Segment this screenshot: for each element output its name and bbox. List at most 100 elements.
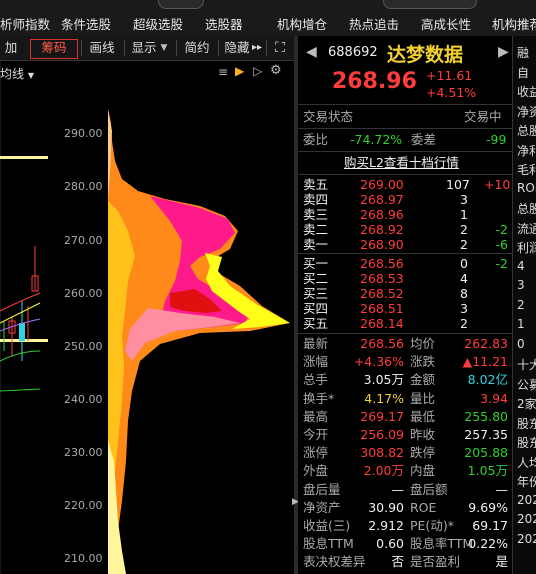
ask-change: -2	[495, 222, 508, 237]
stat-value: —	[391, 481, 405, 497]
ask-price: 269.00	[360, 177, 404, 192]
bid-change	[484, 286, 508, 302]
menu-super-select[interactable]: 超级选股	[133, 14, 183, 33]
menu-hot-chase[interactable]: 热点追击	[349, 14, 399, 33]
ask-change	[484, 207, 508, 223]
bid-price: 268.51	[360, 301, 404, 316]
add-button[interactable]: 加	[0, 39, 22, 57]
ask-change: -6	[495, 237, 508, 252]
menu-analyst-index[interactable]: 析师指数	[0, 14, 50, 33]
top-search-box[interactable]	[383, 0, 477, 9]
weibi-label: 委比	[303, 132, 329, 147]
stat-label: 涨跌	[410, 354, 436, 370]
menu-condition-select[interactable]: 条件选股	[61, 14, 111, 33]
fullscreen-icon[interactable]: ⛶	[270, 39, 290, 57]
next-stock-icon[interactable]: ▶	[498, 44, 509, 60]
toolbar-divider	[176, 40, 177, 56]
stat-label: 盘后量	[303, 481, 341, 497]
chip-distribution-chart[interactable]: 290.00 280.00 270.00 260.00 250.00 240.0…	[0, 61, 294, 574]
list-icon[interactable]: ≡	[218, 65, 228, 79]
bid-price: 268.52	[360, 286, 404, 301]
top-search-tab[interactable]	[158, 0, 204, 9]
side-info-item: 自	[517, 65, 530, 80]
side-info-item: 人均	[517, 455, 536, 470]
bid-label: 买五	[303, 316, 329, 331]
stat-label: 内盘	[410, 463, 436, 479]
play-outline-icon[interactable]: ▷	[253, 64, 262, 78]
stat-label: 最低	[410, 408, 436, 424]
double-arrow-icon[interactable]: ▸▸	[250, 39, 264, 57]
stat-label: 涨幅	[303, 354, 329, 370]
stat-value: —	[495, 481, 509, 497]
stat-label: 是否盈利	[410, 554, 461, 570]
chip-button[interactable]: 筹码	[30, 39, 78, 59]
bid-volume: 3	[460, 301, 468, 316]
indicator-selector[interactable]: 均线 ▼	[0, 65, 34, 82]
stat-value: 205.88	[464, 445, 508, 461]
menu-high-growth[interactable]: 高成长性	[421, 14, 471, 33]
y-tick-label: 290.00	[64, 127, 103, 140]
stat-value: 69.17	[472, 518, 508, 533]
weicha-value: -99	[486, 132, 507, 147]
divider	[298, 151, 512, 152]
ask-price: 268.96	[360, 207, 404, 222]
side-info-item: 总股	[517, 124, 536, 138]
stat-value: 3.94	[480, 390, 508, 406]
bid-price: 268.14	[360, 316, 404, 331]
quote-panel: ◀ 688692 达梦数据 ▶ 268.96 +11.61 +4.51% 交易状…	[298, 36, 512, 574]
y-tick-label: 280.00	[64, 180, 103, 193]
side-info-item: 4	[517, 258, 525, 273]
stat-value: 255.80	[464, 408, 508, 424]
side-info-item: 202	[517, 492, 536, 507]
side-info-strip: 融自收益净资总股净利毛利ROE总股流通利润43210十大公募2家股东股东人均年份…	[512, 36, 536, 574]
bid-change	[484, 271, 508, 287]
side-info-item: 股东	[517, 436, 536, 450]
simple-button[interactable]: 简约	[182, 39, 212, 57]
stat-label: 今开	[303, 427, 329, 442]
y-tick-label: 230.00	[64, 446, 103, 459]
ask-volume: 3	[460, 192, 468, 207]
y-tick-label: 210.00	[64, 552, 103, 565]
current-price: 268.96	[332, 69, 417, 94]
stat-value: 2.912	[368, 518, 404, 533]
stat-label: 金额	[410, 372, 436, 388]
stat-label: 量比	[410, 390, 436, 406]
ask-label: 卖四	[303, 192, 329, 207]
side-info-item: 毛利	[517, 163, 536, 177]
play-icon[interactable]: ▶	[235, 64, 244, 78]
stat-label: PE(动)*	[410, 518, 454, 533]
l2-purchase-link[interactable]: 购买L2查看十档行情	[344, 155, 459, 171]
bid-label: 买三	[303, 286, 329, 301]
stat-value: 0.22%	[468, 536, 508, 552]
bid-label: 买四	[303, 301, 329, 316]
stat-label: ROE	[410, 499, 437, 515]
display-button[interactable]: 显示	[130, 39, 158, 57]
side-info-item: ROE	[517, 180, 536, 195]
stat-value: 1.05万	[467, 463, 508, 479]
gear-icon[interactable]: ⚙	[270, 63, 282, 78]
stat-value: 269.17	[360, 408, 404, 424]
menu-institution-add[interactable]: 机构增仓	[277, 14, 327, 33]
side-info-item: 十大	[517, 358, 536, 372]
stat-label: 均价	[410, 336, 436, 351]
ask-volume: 2	[460, 237, 468, 252]
stock-code: 688692	[328, 45, 378, 60]
stat-value: 4.17%	[364, 390, 404, 406]
divider	[298, 174, 512, 175]
side-info-item: 净利	[517, 143, 536, 158]
side-info-item: 1	[517, 317, 525, 331]
draw-line-button[interactable]: 画线	[86, 39, 118, 57]
side-info-item: 总股	[517, 202, 536, 216]
side-info-item: 股东	[517, 416, 536, 431]
bid-price: 268.53	[360, 271, 404, 286]
stock-name: 达梦数据	[387, 44, 464, 66]
menu-institution-recommend[interactable]: 机构推荐	[492, 14, 536, 33]
toolbar-divider	[81, 40, 82, 56]
indicator-label: 均线	[0, 67, 25, 81]
y-tick-label: 240.00	[64, 393, 103, 406]
bid-label: 买二	[303, 271, 329, 286]
menu-stock-picker[interactable]: 选股器	[205, 14, 243, 33]
previous-stock-icon[interactable]: ◀	[306, 44, 317, 60]
chevron-down-icon[interactable]: ▼	[158, 39, 170, 57]
hide-button[interactable]: 隐藏	[223, 39, 251, 57]
